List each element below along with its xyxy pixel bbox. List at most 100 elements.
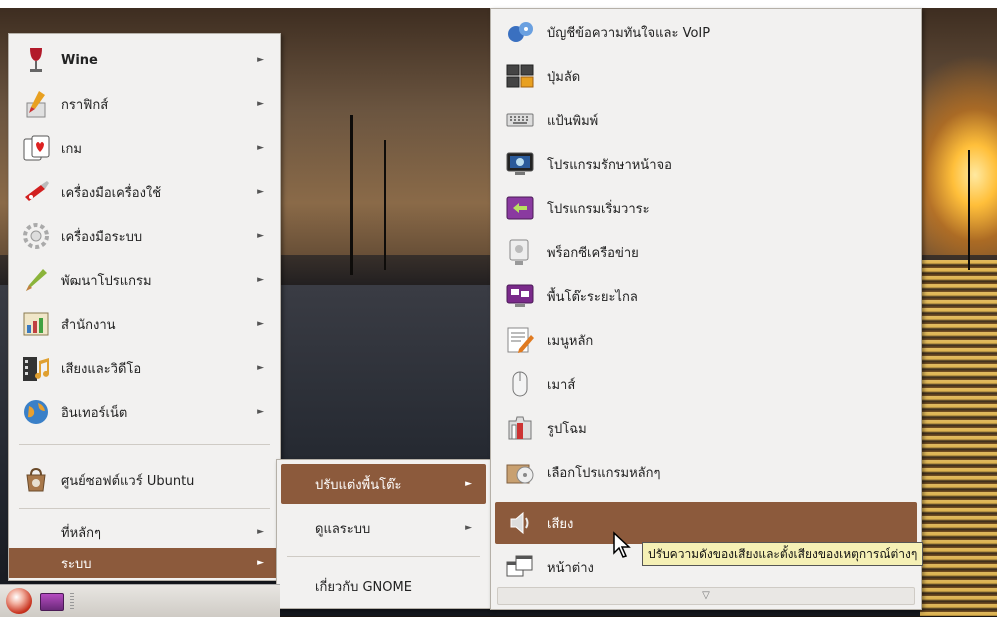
menu-item-label: เครื่องมือระบบ	[61, 229, 143, 245]
menu-separator	[19, 444, 270, 445]
menu-item-about-gnome[interactable]: เกี่ยวกับ GNOME	[281, 566, 486, 606]
menu-item-label: โปรแกรมรักษาหน้าจอ	[547, 157, 672, 173]
menu-item-keyboard[interactable]: แป้นพิมพ์	[495, 99, 917, 141]
submenu-arrow-icon: ►	[257, 143, 264, 153]
menu-item-system[interactable]: ระบบ ►	[9, 548, 280, 578]
menu-item-internet[interactable]: อินเทอร์เน็ต ►	[9, 390, 280, 434]
keyboard-shortcuts-icon	[503, 59, 537, 93]
menu-item-remote-desktop[interactable]: พื้นโต๊ะระยะไกล	[495, 275, 917, 317]
top-panel-edge	[0, 0, 997, 8]
terminal-launcher-icon[interactable]	[40, 593, 64, 611]
system-submenu: ปรับแต่งพื้นโต๊ะ ► ดูแลระบบ ► เกี่ยวกับ …	[276, 459, 491, 609]
menu-item-main-menu[interactable]: เมนูหลัก	[495, 319, 917, 361]
applications-menu: Wine ► กราฟิกส์ ► เกม ► เครื่องมือเครื่อ…	[8, 33, 281, 581]
menu-item-sound-video[interactable]: เสียงและวิดีโอ ►	[9, 346, 280, 390]
menu-item-programming[interactable]: พัฒนาโปรแกรม ►	[9, 258, 280, 302]
menu-item-keyboard-shortcuts[interactable]: ปุ่มลัด	[495, 55, 917, 97]
startup-apps-icon	[503, 191, 537, 225]
menu-item-wine[interactable]: Wine ►	[9, 38, 280, 82]
menu-item-places[interactable]: ที่หลักๆ ►	[9, 516, 280, 548]
bottom-panel	[0, 584, 280, 617]
submenu-arrow-icon: ►	[257, 55, 264, 65]
graphics-icon	[19, 87, 53, 121]
submenu-arrow-icon: ►	[257, 187, 264, 197]
menu-item-label: ปุ่มลัด	[547, 69, 581, 85]
menu-item-label: เมาส์	[547, 377, 576, 393]
menu-item-im-accounts[interactable]: บัญชีข้อความทันใจและ VoIP	[495, 11, 917, 53]
menu-item-label: รูปโฉม	[547, 421, 587, 437]
submenu-arrow-icon: ►	[257, 231, 264, 241]
menu-item-label: หน้าต่าง	[547, 560, 594, 576]
preferred-apps-icon	[503, 455, 537, 489]
submenu-arrow-icon: ►	[257, 407, 264, 417]
submenu-arrow-icon: ►	[465, 523, 472, 533]
appearance-icon	[503, 411, 537, 445]
menu-item-administration[interactable]: ดูแลระบบ ►	[281, 508, 486, 548]
menu-item-label: เลือกโปรแกรมหลักๆ	[547, 465, 661, 481]
menu-item-software-center[interactable]: ศูนย์ซอฟต์แวร์ Ubuntu	[9, 458, 280, 502]
network-proxy-icon	[503, 235, 537, 269]
menu-item-label: เกี่ยวกับ GNOME	[315, 579, 412, 595]
menu-item-label: เสียงและวิดีโอ	[61, 361, 142, 377]
menu-separator	[19, 508, 270, 509]
menu-item-preferred-apps[interactable]: เลือกโปรแกรมหลักๆ	[495, 451, 917, 493]
menu-item-preferences[interactable]: ปรับแต่งพื้นโต๊ะ ►	[281, 464, 486, 504]
menu-item-system-tools[interactable]: เครื่องมือระบบ ►	[9, 214, 280, 258]
programming-icon	[19, 263, 53, 297]
menu-item-label: พร็อกซีเครือข่าย	[547, 245, 639, 261]
submenu-arrow-icon: ►	[257, 319, 264, 329]
accessories-icon	[19, 175, 53, 209]
menu-item-graphics[interactable]: กราฟิกส์ ►	[9, 82, 280, 126]
menu-item-office[interactable]: สำนักงาน ►	[9, 302, 280, 346]
menu-item-label: เสียง	[547, 516, 574, 532]
windows-icon	[503, 550, 537, 584]
main-menu-icon	[503, 323, 537, 357]
menu-item-startup-apps[interactable]: โปรแกรมเริ่มวาระ	[495, 187, 917, 229]
menu-item-accessories[interactable]: เครื่องมือเครื่องใช้ ►	[9, 170, 280, 214]
menu-item-games[interactable]: เกม ►	[9, 126, 280, 170]
menu-item-label: แป้นพิมพ์	[547, 113, 599, 129]
scroll-down-arrow[interactable]: ▽	[497, 587, 915, 605]
menu-item-label: Wine	[61, 52, 98, 68]
menu-item-label: พัฒนาโปรแกรม	[61, 273, 152, 289]
menu-item-label: สำนักงาน	[61, 317, 116, 333]
menu-item-sound[interactable]: เสียง	[495, 502, 917, 544]
mouse-pointer-icon	[612, 531, 632, 563]
submenu-arrow-icon: ►	[257, 275, 264, 285]
submenu-arrow-icon: ►	[257, 363, 264, 373]
internet-icon	[19, 395, 53, 429]
submenu-arrow-icon: ►	[465, 479, 472, 489]
menu-item-mouse[interactable]: เมาส์	[495, 363, 917, 405]
menu-item-label: เครื่องมือเครื่องใช้	[61, 185, 162, 201]
menu-item-label: ดูแลระบบ	[315, 521, 371, 537]
games-icon	[19, 131, 53, 165]
panel-drag-handle[interactable]	[70, 593, 74, 609]
menu-item-appearance[interactable]: รูปโฉม	[495, 407, 917, 449]
sound-video-icon	[19, 351, 53, 385]
menu-item-label: ที่หลักๆ	[61, 525, 101, 541]
menu-item-label: กราฟิกส์	[61, 97, 109, 113]
office-icon	[19, 307, 53, 341]
main-menu-button[interactable]	[6, 588, 32, 614]
im-accounts-icon	[503, 15, 537, 49]
menu-item-screensaver[interactable]: โปรแกรมรักษาหน้าจอ	[495, 143, 917, 185]
submenu-arrow-icon: ►	[257, 558, 264, 568]
menu-item-label: พื้นโต๊ะระยะไกล	[547, 289, 638, 305]
remote-desktop-icon	[503, 279, 537, 313]
keyboard-icon	[503, 103, 537, 137]
mouse-icon	[503, 367, 537, 401]
submenu-arrow-icon: ►	[257, 99, 264, 109]
system-tools-icon	[19, 219, 53, 253]
menu-item-label: เกม	[61, 141, 82, 157]
screensaver-icon	[503, 147, 537, 181]
menu-item-network-proxy[interactable]: พร็อกซีเครือข่าย	[495, 231, 917, 273]
sound-icon	[503, 506, 537, 540]
tooltip: ปรับความดังของเสียงและตั้งเสียงของเหตุกา…	[642, 542, 924, 566]
menu-item-label: บัญชีข้อความทันใจและ VoIP	[547, 25, 711, 41]
menu-item-label: ศูนย์ซอฟต์แวร์ Ubuntu	[61, 473, 195, 489]
menu-item-label: ระบบ	[61, 556, 92, 572]
menu-item-label: เมนูหลัก	[547, 333, 594, 349]
menu-item-label: โปรแกรมเริ่มวาระ	[547, 201, 650, 217]
menu-item-label: ปรับแต่งพื้นโต๊ะ	[315, 477, 402, 493]
submenu-arrow-icon: ►	[257, 527, 264, 537]
